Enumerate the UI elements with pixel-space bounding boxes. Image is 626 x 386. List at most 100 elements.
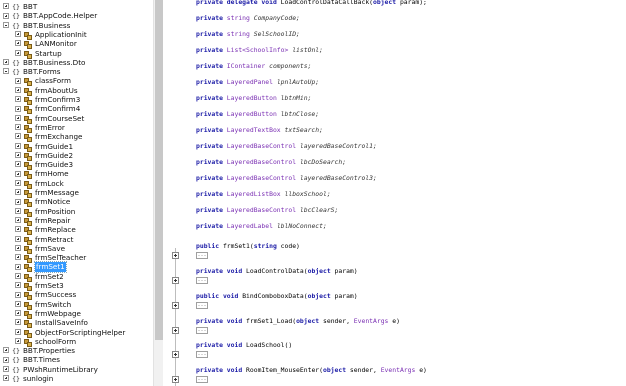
tree-item[interactable]: frmSet1 xyxy=(0,261,153,273)
collapse-icon[interactable] xyxy=(3,68,9,75)
expand-icon[interactable] xyxy=(15,86,21,93)
code-line[interactable]: private LayeredButton lbtnClose; xyxy=(196,110,319,119)
tree-item[interactable]: frmLock xyxy=(0,179,153,189)
expand-icon[interactable] xyxy=(15,40,21,47)
expand-icon[interactable] xyxy=(15,198,21,205)
expand-region-icon[interactable] xyxy=(172,375,179,383)
expand-icon[interactable] xyxy=(15,282,21,289)
code-line[interactable]: private void frmSet1_Load(object sender,… xyxy=(196,317,400,326)
collapsed-block-marker[interactable]: ... xyxy=(196,251,208,259)
expand-icon[interactable] xyxy=(3,59,9,66)
tree-item[interactable]: frmWebpage xyxy=(0,309,153,319)
expand-region-icon[interactable] xyxy=(172,251,179,259)
collapsed-block-marker[interactable]: ... xyxy=(196,375,208,383)
code-line[interactable]: private LayeredTextBox txtSearch; xyxy=(196,126,323,135)
code-line[interactable]: private LayeredLabel lblNoConnect; xyxy=(196,222,327,231)
tree-item[interactable]: classForm xyxy=(0,76,153,87)
expand-icon[interactable] xyxy=(15,300,21,307)
expand-icon[interactable] xyxy=(15,245,21,252)
code-line[interactable]: private LayeredButton lbtnMin; xyxy=(196,94,311,103)
code-line[interactable]: public frmSet1(string code) xyxy=(196,242,300,251)
code-line[interactable]: private void LoadControlData(object para… xyxy=(196,267,358,276)
tree-item[interactable]: {} BBT.Properties xyxy=(0,346,153,355)
tree-item[interactable]: frmConfirm3 xyxy=(0,95,153,105)
code-line[interactable]: private delegate void LoadControlDataCal… xyxy=(196,0,427,7)
code-line[interactable]: private string SelSchoolID; xyxy=(196,30,300,39)
expand-icon[interactable] xyxy=(15,114,21,121)
tree-item[interactable]: {} BBT.Business.Dto xyxy=(0,58,153,67)
tree-item[interactable]: schoolForm xyxy=(0,337,153,347)
expand-icon[interactable] xyxy=(3,347,9,354)
tree-item[interactable]: frmSuccess xyxy=(0,290,153,301)
tree-item[interactable]: frmPosition xyxy=(0,207,153,217)
tree-item[interactable]: ApplicationInit xyxy=(0,30,153,40)
tree-item[interactable]: frmSet3 xyxy=(0,281,153,291)
tree-item[interactable]: frmConfirm4 xyxy=(0,104,153,115)
code-line[interactable]: private void RoomItem_MouseEnter(object … xyxy=(196,366,427,375)
collapsed-block-marker[interactable]: ... xyxy=(196,301,208,309)
tree-item[interactable]: frmRetract xyxy=(0,235,153,245)
tree-item[interactable]: frmAboutUs xyxy=(0,86,153,96)
expand-icon[interactable] xyxy=(15,31,21,38)
tree-item[interactable]: frmSwitch xyxy=(0,300,153,310)
tree-item[interactable]: frmExchange xyxy=(0,132,153,143)
tree-item[interactable]: LANMonitor xyxy=(0,39,153,50)
expand-icon[interactable] xyxy=(3,12,9,19)
code-line[interactable]: private List<SchoolInfo> listOnl; xyxy=(196,46,323,55)
tree-item[interactable]: frmRepair xyxy=(0,216,153,226)
collapse-icon[interactable] xyxy=(3,21,9,28)
code-line[interactable]: private LayeredBaseControl lbcClearS; xyxy=(196,206,338,215)
tree-item[interactable]: {} BBT.Times xyxy=(0,355,153,364)
expand-icon[interactable] xyxy=(15,319,21,326)
expand-region-icon[interactable] xyxy=(172,350,179,358)
expand-icon[interactable] xyxy=(15,207,21,214)
expand-icon[interactable] xyxy=(15,133,21,140)
tree-item[interactable]: frmSet2 xyxy=(0,272,153,282)
code-line[interactable]: private LayeredListBox llboxSchool; xyxy=(196,190,331,199)
code-line[interactable]: public void BindComboboxData(object para… xyxy=(196,292,358,301)
expand-region-icon[interactable] xyxy=(172,301,179,309)
expand-icon[interactable] xyxy=(15,142,21,149)
expand-region-icon[interactable] xyxy=(172,326,179,334)
expand-icon[interactable] xyxy=(15,217,21,224)
code-line[interactable]: private LayeredPanel lpnlAutoUp; xyxy=(196,78,319,87)
code-line[interactable]: private void LoadSchool() xyxy=(196,341,292,350)
expand-icon[interactable] xyxy=(3,3,9,10)
tree-item[interactable]: frmGuide1 xyxy=(0,142,153,152)
collapsed-block-marker[interactable]: ... xyxy=(196,350,208,358)
expand-region-icon[interactable] xyxy=(172,276,179,284)
collapsed-block-marker[interactable]: ... xyxy=(196,276,208,284)
expand-icon[interactable] xyxy=(15,161,21,168)
code-line[interactable]: private string CompanyCode; xyxy=(196,14,300,23)
tree-item[interactable]: {} PWshRuntimeLibrary xyxy=(0,365,153,374)
tree-item[interactable]: {} BBT.Forms xyxy=(0,67,153,76)
expand-icon[interactable] xyxy=(15,124,21,131)
tree-item[interactable]: frmGuide2 xyxy=(0,151,153,161)
code-line[interactable]: private LayeredBaseControl layeredBaseCo… xyxy=(196,174,377,183)
expand-icon[interactable] xyxy=(15,105,21,112)
tree-scrollbar-thumb[interactable] xyxy=(155,0,163,340)
tree-item[interactable]: frmHome xyxy=(0,169,153,180)
tree-item[interactable]: {} sunlogin xyxy=(0,374,153,383)
expand-icon[interactable] xyxy=(3,375,9,382)
tree-item[interactable]: InstallSaveInfo xyxy=(0,318,153,329)
tree-item[interactable]: {} BBT.Business xyxy=(0,21,153,30)
collapsed-block-marker[interactable]: ... xyxy=(196,326,208,334)
tree-item[interactable]: frmError xyxy=(0,123,153,133)
expand-icon[interactable] xyxy=(15,291,21,298)
tree-item[interactable]: frmMessage xyxy=(0,188,153,198)
tree-item[interactable]: {} BBT xyxy=(0,2,153,11)
code-editor-pane[interactable]: private delegate void LoadControlDataCal… xyxy=(163,0,626,386)
expand-icon[interactable] xyxy=(15,254,21,261)
expand-icon[interactable] xyxy=(15,272,21,279)
expand-icon[interactable] xyxy=(15,77,21,84)
code-line[interactable]: private LayeredBaseControl lbcDoSearch; xyxy=(196,158,346,167)
tree-item[interactable]: frmCourseSet xyxy=(0,114,153,124)
expand-icon[interactable] xyxy=(15,189,21,196)
expand-icon[interactable] xyxy=(15,179,21,186)
tree-item[interactable]: Startup xyxy=(0,49,153,59)
tree-item[interactable]: frmNotice xyxy=(0,197,153,208)
expand-icon[interactable] xyxy=(15,338,21,345)
expand-icon[interactable] xyxy=(15,263,21,270)
expand-icon[interactable] xyxy=(15,96,21,103)
